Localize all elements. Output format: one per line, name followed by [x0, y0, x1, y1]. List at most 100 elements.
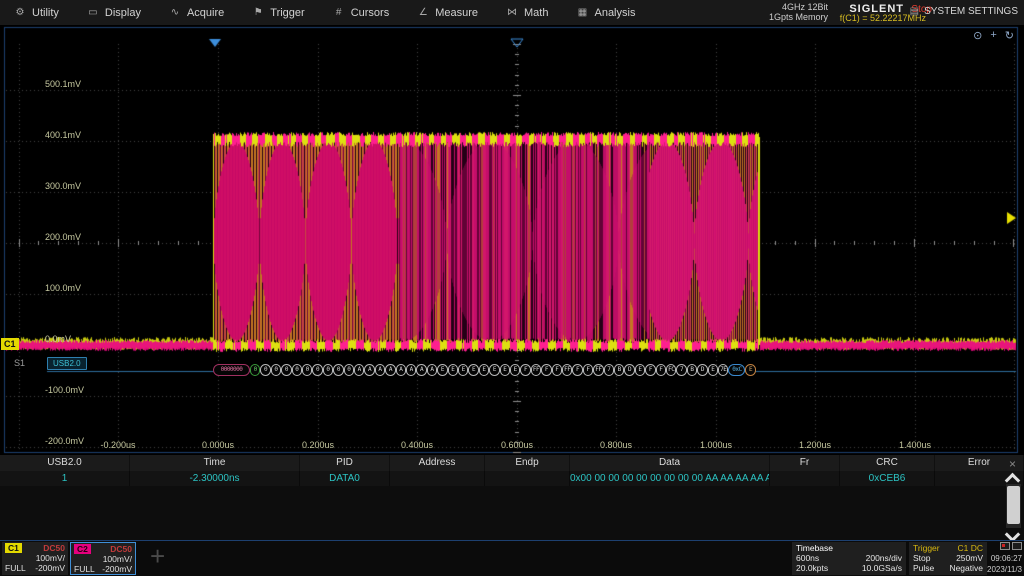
menu-item-math[interactable]: ⋈Math [506, 7, 548, 19]
decode-bubble-data: 0 [323, 364, 333, 376]
table-cell: 0xCEB6 [840, 471, 935, 486]
decode-bubble-data: 0 [260, 364, 270, 376]
clock-box: 09:06:27 2023/11/3 [986, 542, 1024, 575]
decode-bubble-data: E [437, 364, 447, 376]
decode-bubble-data: 7 [604, 364, 614, 376]
decode-bubble-data: A [396, 364, 406, 376]
trigger-mode: Stop [913, 553, 931, 563]
decode-bubble-crc: 0xC [728, 364, 745, 376]
decode-bubble-data: D [697, 364, 707, 376]
menu-item-cursors[interactable]: #Cursors [333, 7, 390, 19]
network-icon [1012, 542, 1022, 550]
decode-bubble-data: F [656, 364, 666, 376]
channel2-descriptor[interactable]: C2 DC50 100mV/ FULL -200mV [70, 542, 136, 575]
timebase-title: Timebase [796, 543, 833, 553]
waveform-canvas[interactable] [0, 25, 1024, 455]
gear-icon: ⚙ [14, 7, 26, 18]
status-bar: C1 DC50 100mV/ FULL -200mV C2 DC50 100mV… [0, 540, 1024, 576]
decode-bubble-data: 0 [333, 364, 343, 376]
decode-bubble-data: FF [531, 364, 541, 376]
decode-bubble-data: A [354, 364, 364, 376]
table-header-Endp[interactable]: Endp [485, 455, 570, 471]
decode-bubble-data: FF [562, 364, 572, 376]
table-scrollbar-thumb[interactable] [1007, 486, 1020, 524]
system-settings-label: SYSTEM SETTINGS [924, 6, 1018, 17]
oscilloscope-screen: ⚙Utility ▭Display ∿Acquire ⚑Trigger #Cursors… [0, 0, 1024, 576]
channel1-chip: C1 [5, 543, 22, 553]
decode-bubble-data: A [375, 364, 385, 376]
menu-item-acquire[interactable]: ∿Acquire [169, 7, 224, 19]
x-axis-label: 1.200us [791, 440, 839, 450]
channel2-offset: -200mV [102, 564, 132, 574]
plot-toolbar: ⊙ + ↻ [973, 29, 1014, 42]
table-header-PID[interactable]: PID [300, 455, 390, 471]
decode-bubble-data: B [614, 364, 624, 376]
x-axis-label: 0.000us [194, 440, 242, 450]
x-axis-label: 1.400us [891, 440, 939, 450]
decode-bubble-data: E [458, 364, 468, 376]
system-settings-button[interactable]: ▤ SYSTEM SETTINGS [910, 6, 1018, 17]
trigger-source: C1 DC [957, 543, 983, 553]
table-header-USB2.0[interactable]: USB2.0 [0, 455, 130, 471]
channel2-coupling: DC50 [110, 544, 132, 554]
decode-table-body: 1-2.30000nsDATA00x00 00 00 00 00 00 00 0… [0, 471, 1024, 486]
menu-item-label: Display [105, 7, 141, 19]
analysis-icon: ▦ [576, 7, 588, 18]
lan-status-icon [1000, 542, 1010, 550]
decode-bubble-data: F [541, 364, 551, 376]
table-header-Fr[interactable]: Fr [770, 455, 840, 471]
table-cell [390, 471, 485, 486]
decode-table: USB2.0TimePIDAddressEndpDataFrCRCError 1… [0, 455, 1024, 540]
decode-bubble-data: 0 [271, 364, 281, 376]
decode-bubble-data: FC [666, 364, 676, 376]
decode-table-header: USB2.0TimePIDAddressEndpDataFrCRCError [0, 455, 1024, 471]
menu-item-analysis[interactable]: ▦Analysis [576, 7, 635, 19]
y-axis-label: 400.1mV [45, 130, 105, 140]
menu-item-display[interactable]: ▭Display [87, 7, 141, 19]
acquisition-info: 4GHz 12Bit 1Gpts Memory [769, 2, 828, 22]
decode-bubble-data: F [572, 364, 582, 376]
rotate-icon[interactable]: ↻ [1005, 29, 1014, 42]
menu-item-label: Measure [435, 7, 478, 19]
table-cell [485, 471, 570, 486]
decode-bubble-data: A [364, 364, 374, 376]
menu-item-label: Acquire [187, 7, 224, 19]
y-axis-label: -100.0mV [45, 385, 105, 395]
decode-bubble-data: E [708, 364, 718, 376]
channel1-descriptor[interactable]: C1 DC50 100mV/ FULL -200mV [2, 542, 68, 575]
table-header-CRC[interactable]: CRC [840, 455, 935, 471]
channel1-bandwidth: FULL [5, 563, 26, 573]
table-header-Data[interactable]: Data [570, 455, 770, 471]
crosshair-icon[interactable]: + [990, 29, 996, 42]
table-header-Address[interactable]: Address [390, 455, 485, 471]
menu-item-utility[interactable]: ⚙Utility [14, 7, 59, 19]
x-axis-label: 0.800us [592, 440, 640, 450]
menu-item-trigger[interactable]: ⚑Trigger [252, 7, 304, 19]
decode-bubble-eop: E [745, 364, 755, 376]
y-axis-label: 0.0mV [45, 334, 105, 344]
add-channel-button[interactable]: + [150, 541, 165, 572]
menu-item-measure[interactable]: ∠Measure [417, 7, 478, 19]
timebase-scale: 200ns/div [866, 553, 902, 563]
channel1-axis-badge[interactable]: C1 [1, 338, 19, 350]
table-row[interactable]: 1-2.30000nsDATA00x00 00 00 00 00 00 00 0… [0, 471, 1024, 486]
menu-item-label: Math [524, 7, 548, 19]
channel1-coupling: DC50 [43, 543, 65, 553]
decode-bubble-data: FF [593, 364, 603, 376]
camera-icon[interactable]: ⊙ [973, 29, 982, 42]
close-icon[interactable]: × [1009, 457, 1016, 471]
decode-bubble-data: B [687, 364, 697, 376]
acq-memory: 1Gpts Memory [769, 12, 828, 22]
decode-bubble-data: A [427, 364, 437, 376]
table-header-Time[interactable]: Time [130, 455, 300, 471]
decode-bubble-data: 7 [676, 364, 686, 376]
y-axis-label: 500.1mV [45, 79, 105, 89]
trigger-descriptor[interactable]: Trigger C1 DC Stop 250mV Pulse Negative [909, 542, 987, 575]
decode-bubble-data: E [479, 364, 489, 376]
timebase-samplerate: 10.0GSa/s [862, 563, 902, 573]
clock-date: 2023/11/3 [986, 564, 1022, 575]
y-axis-label: 200.0mV [45, 232, 105, 242]
menu-item-label: Cursors [351, 7, 390, 19]
timebase-descriptor[interactable]: Timebase 600ns 200ns/div 20.0kpts 10.0GS… [792, 542, 906, 575]
x-axis-label: 0.600us [493, 440, 541, 450]
